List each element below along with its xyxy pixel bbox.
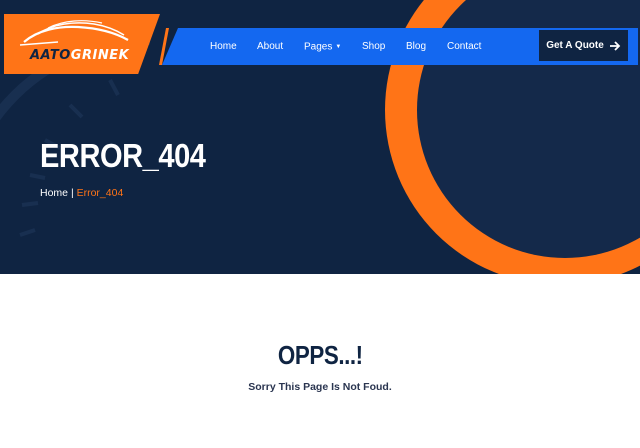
brand-logo[interactable]: AATOGRINEK — [4, 14, 160, 74]
logo-text-accent: GRINEK — [70, 48, 130, 63]
page-title: ERROR_404 — [40, 137, 206, 174]
logo-text-primary: AATO — [30, 48, 71, 63]
error-heading: OPPS...! — [0, 340, 640, 371]
nav-item-shop[interactable]: Shop — [362, 39, 385, 55]
nav-item-about[interactable]: About — [257, 39, 283, 55]
breadcrumb: Home | Error_404 — [40, 187, 123, 199]
get-a-quote-button[interactable]: Get A Quote — [539, 30, 628, 61]
breadcrumb-home-link[interactable]: Home — [40, 187, 68, 199]
arrow-right-icon — [609, 40, 621, 51]
breadcrumb-separator: | — [70, 187, 74, 199]
breadcrumb-current: Error_404 — [76, 187, 124, 199]
nav-item-home[interactable]: Home — [210, 39, 237, 55]
logo-wordmark: AATOGRINEK — [30, 48, 129, 63]
get-a-quote-label: Get A Quote — [546, 40, 604, 51]
error-message: Sorry This Page Is Not Foud. — [248, 381, 392, 393]
page-hero: AATOGRINEK Home About Pages ▼ Shop Blog C… — [0, 0, 640, 274]
car-swoosh-icon — [19, 20, 129, 46]
chevron-down-icon: ▼ — [335, 44, 342, 50]
nav-item-contact[interactable]: Contact — [447, 39, 481, 55]
nav-item-pages[interactable]: Pages ▼ — [304, 39, 341, 55]
error-heading-text: OPPS...! — [277, 340, 363, 370]
nav-item-blog[interactable]: Blog — [406, 39, 426, 55]
nav-item-pages-label: Pages — [304, 41, 333, 53]
